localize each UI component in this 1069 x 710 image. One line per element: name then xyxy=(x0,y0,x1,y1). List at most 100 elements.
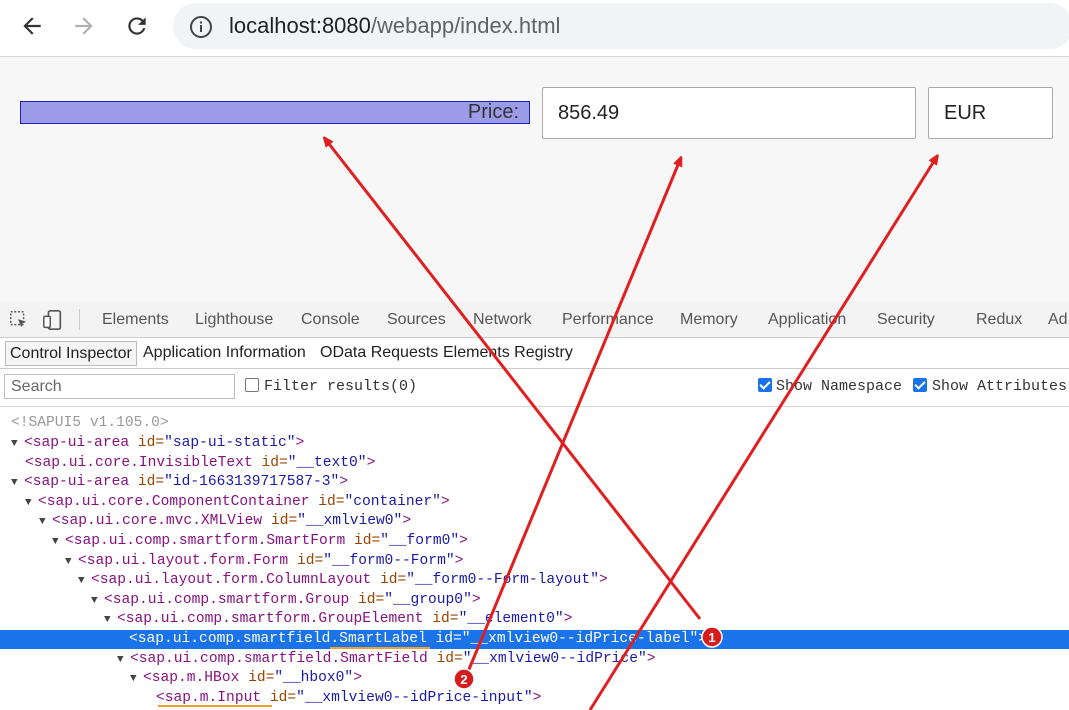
tab-sources[interactable]: Sources xyxy=(387,311,446,329)
tree-node-value: "__form0--Form" xyxy=(323,552,455,569)
tree-row[interactable]: ▼ <sap.ui.comp.smartfield.SmartField id="… xyxy=(0,650,1069,669)
tree-row-selected[interactable]: <sap.ui.comp.smartfield.SmartLabel id="_… xyxy=(0,630,1069,649)
tree-node-tag: <sap.ui.comp.smartfield.SmartLabel xyxy=(129,631,427,647)
tree-node-value: "__xmlview0--idPrice" xyxy=(462,650,647,667)
address-bar[interactable]: localhost:8080/webapp/index.html xyxy=(173,3,1069,49)
tree-node-caret[interactable]: ▼ xyxy=(65,553,78,572)
tree-node-caret[interactable]: ▼ xyxy=(117,651,130,670)
tree-row[interactable]: ▼ <sap.ui.layout.form.ColumnLayout id="__… xyxy=(0,571,1069,590)
tree-node-attr: id= xyxy=(309,493,345,510)
devtools-tabbar: Elements Lighthouse Console Sources Netw… xyxy=(0,301,1069,338)
forward-button[interactable] xyxy=(66,8,102,44)
tree-row[interactable]: <sap.ui.core.InvisibleText id="__text0"> xyxy=(0,454,1069,473)
tree-node-end: > xyxy=(295,435,305,451)
filter-results-label: Filter results(0) xyxy=(264,378,418,395)
tree-node-attr: id= xyxy=(252,454,288,471)
url-host: localhost:8080 xyxy=(229,13,371,38)
tree-node-value: "__hbox0" xyxy=(274,670,354,687)
reload-button[interactable] xyxy=(119,8,155,44)
tree-node-attr: id= xyxy=(423,611,459,628)
tab-overflow[interactable]: Ad xyxy=(1048,311,1068,329)
tree-node-value: "id-1663139717587-3" xyxy=(164,474,340,491)
tree-node-end: > xyxy=(563,611,573,628)
tab-console[interactable]: Console xyxy=(301,311,360,329)
tree-node-value: "__text0" xyxy=(287,454,367,471)
back-button[interactable] xyxy=(14,8,50,44)
tree-node-attr: id= xyxy=(129,435,165,451)
tab-elements[interactable]: Elements xyxy=(102,311,169,329)
tree-node-tag: <sap-ui-area xyxy=(24,474,130,491)
tree-node-caret[interactable]: ▼ xyxy=(25,494,38,513)
show-namespace-checkbox[interactable] xyxy=(758,378,772,392)
tab-security[interactable]: Security xyxy=(877,311,935,329)
currency-input[interactable]: EUR xyxy=(928,87,1053,139)
tree-row[interactable]: ▼ <sap.m.HBox id="__hbox0"> xyxy=(0,669,1069,688)
tree-node-end: > xyxy=(339,474,349,491)
tree-node-attr: id= xyxy=(239,670,275,687)
tree-node-caret[interactable]: ▼ xyxy=(91,592,104,611)
tab-performance[interactable]: Performance xyxy=(562,311,654,329)
search-input[interactable]: Search xyxy=(4,374,235,399)
tree-node-end: > xyxy=(532,689,542,706)
tree-node-caret[interactable]: ▼ xyxy=(11,474,24,493)
tree-node-caret[interactable]: ▼ xyxy=(130,670,143,689)
tree-node-caret[interactable]: ▼ xyxy=(104,611,117,630)
tree-node-caret[interactable]: ▼ xyxy=(11,435,24,454)
tree-node-attr: id= xyxy=(129,474,165,491)
tree-node-tag: <sap.ui.core.InvisibleText xyxy=(25,454,253,471)
tree-node-caret[interactable]: ▼ xyxy=(78,572,91,591)
tree-node-end: > xyxy=(366,454,376,471)
tree-row[interactable]: ▼ <sap.ui.core.mvc.XMLView id="__xmlview0… xyxy=(0,512,1069,531)
tree-node-attr: id= xyxy=(261,689,297,706)
tab-lighthouse[interactable]: Lighthouse xyxy=(195,311,273,329)
tree-version-comment: <!SAPUI5 v1.105.0> xyxy=(0,414,1069,433)
tree-node-attr: id= xyxy=(345,533,381,549)
tree-row[interactable]: ▼ <sap.ui.comp.smartform.SmartForm id="__… xyxy=(0,532,1069,551)
tab-memory[interactable]: Memory xyxy=(680,311,738,329)
price-label: Price: xyxy=(20,101,530,124)
tree-row[interactable]: ▼ <sap.ui.comp.smartform.Group id="__grou… xyxy=(0,591,1069,610)
tree-node-attr: id= xyxy=(427,650,463,667)
tree-row[interactable]: ▼ <sap.ui.comp.smartform.GroupElement id=… xyxy=(0,610,1069,629)
tree-node-tag: <sap.ui.core.mvc.XMLView xyxy=(52,513,263,530)
inspect-element-icon[interactable] xyxy=(8,309,30,331)
tab-application[interactable]: Application xyxy=(768,311,846,329)
tab-network[interactable]: Network xyxy=(473,311,532,329)
subtab-application-information[interactable]: Application Information xyxy=(143,344,306,362)
device-toggle-icon[interactable] xyxy=(42,309,64,331)
version-comment: <!SAPUI5 v1.105.0> xyxy=(11,415,169,431)
tree-row[interactable]: ▼ <sap-ui-area id="id-1663139717587-3"> xyxy=(0,473,1069,492)
tree-node-end: > xyxy=(454,552,464,569)
app-content: Price: 856.49 EUR xyxy=(0,57,1069,301)
tab-redux[interactable]: Redux xyxy=(976,311,1022,329)
price-input[interactable]: 856.49 xyxy=(542,87,916,139)
tree-node-end: > xyxy=(598,572,608,589)
inspector-toolbar: Search Filter results(0) Show Namespace … xyxy=(0,369,1069,407)
tree-node-value: "__xmlview0--idPrice-label" xyxy=(461,631,699,647)
tree-node-tag: <sap.m.HBox xyxy=(143,670,240,687)
subtab-control-inspector[interactable]: Control Inspector xyxy=(5,341,137,366)
tree-node-tag: <sap-ui-area xyxy=(24,435,130,451)
subtab-odata-requests[interactable]: OData Requests xyxy=(320,344,438,362)
tree-row[interactable]: <sap.m.Input id="__xmlview0--idPrice-inp… xyxy=(0,689,1069,708)
tree-node-tag: <sap.ui.core.ComponentContainer xyxy=(38,493,310,510)
url-path: /webapp/index.html xyxy=(370,13,561,38)
tree-node-tag: <sap.m.Input xyxy=(156,689,262,706)
tree-node-caret[interactable]: ▼ xyxy=(39,513,52,532)
tree-node-tag: <sap.ui.comp.smartform.Group xyxy=(104,591,350,608)
tree-row[interactable]: ▼ <sap.ui.layout.form.Form id="__form0--F… xyxy=(0,552,1069,571)
tree-node-end: > xyxy=(402,513,412,530)
tree-node-value: "__group0" xyxy=(384,591,472,608)
filter-results-checkbox[interactable] xyxy=(245,378,259,392)
inspector-subtabs: Control Inspector Application Informatio… xyxy=(0,338,1069,369)
tree-node-attr: id= xyxy=(349,591,385,608)
show-attributes-checkbox[interactable] xyxy=(913,378,927,392)
tree-node-tag: <sap.ui.layout.form.Form xyxy=(78,552,289,569)
tree-row[interactable]: ▼ <sap.ui.core.ComponentContainer id="con… xyxy=(0,493,1069,512)
control-tree: <!SAPUI5 v1.105.0> ▼ <sap-ui-area id="sap… xyxy=(0,413,1069,710)
tree-row[interactable]: ▼ <sap-ui-area id="sap-ui-static"> xyxy=(0,434,1069,453)
tree-node-caret[interactable]: ▼ xyxy=(52,533,65,552)
subtab-elements-registry[interactable]: Elements Registry xyxy=(443,344,573,362)
browser-toolbar: localhost:8080/webapp/index.html xyxy=(0,0,1069,57)
reload-icon xyxy=(128,17,146,35)
